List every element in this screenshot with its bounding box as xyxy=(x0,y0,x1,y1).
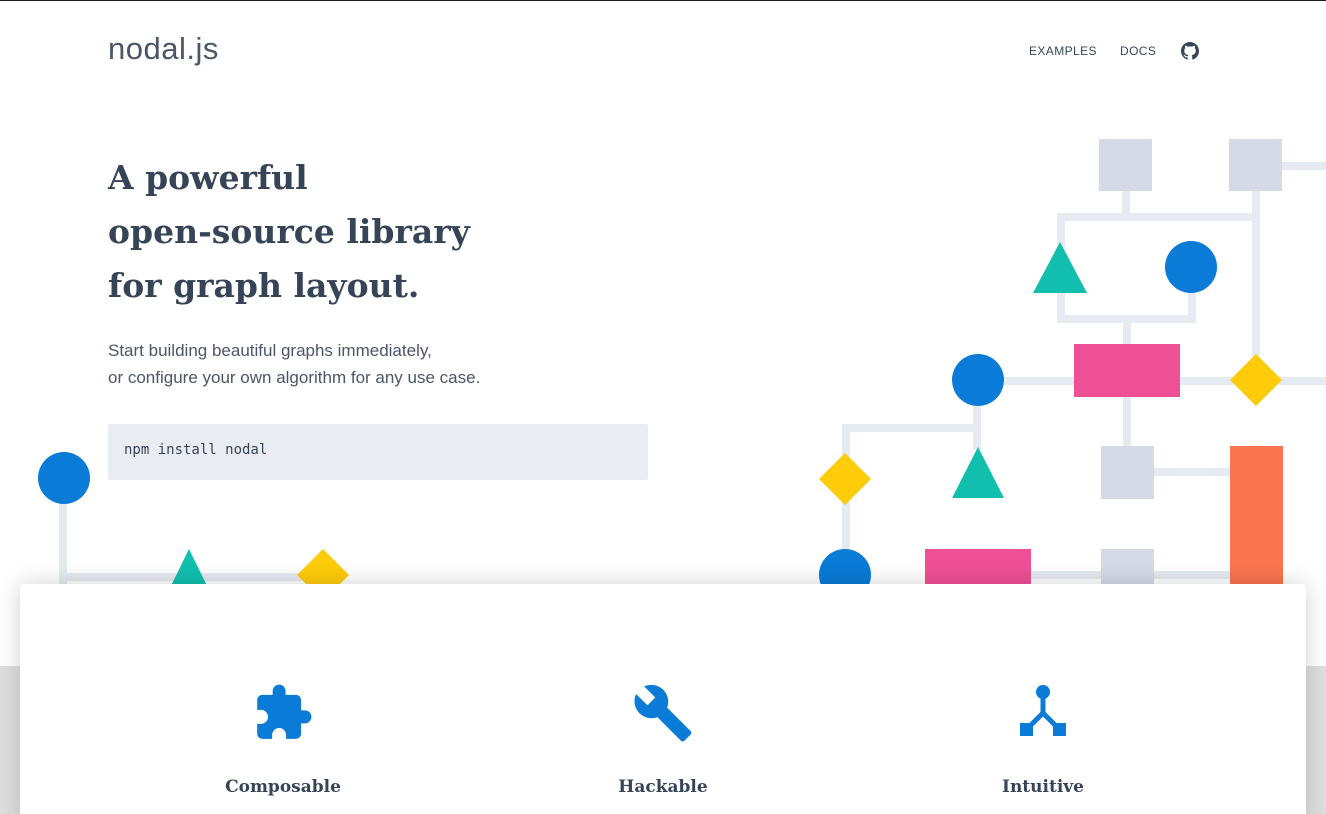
hero-subtitle-line: or configure your own algorithm for any … xyxy=(108,368,481,387)
feature-hackable: Hackable xyxy=(473,584,853,814)
puzzle-icon xyxy=(252,682,314,744)
teal-triangle-node xyxy=(1033,242,1087,293)
site-logo[interactable]: nodal.js xyxy=(108,31,219,67)
gray-square-node xyxy=(1229,139,1282,191)
wrench-icon xyxy=(632,682,694,744)
blue-circle-node xyxy=(952,354,1004,406)
hero-title-line: A powerful xyxy=(108,158,308,197)
tree-branch-icon xyxy=(1012,682,1074,744)
orange-rect-node xyxy=(1230,446,1283,596)
nav-link-examples[interactable]: EXAMPLES xyxy=(1029,44,1097,58)
hero-subtitle: Start building beautiful graphs immediat… xyxy=(108,337,668,391)
hero-title-line: for graph layout. xyxy=(108,266,420,305)
gray-square-node xyxy=(1101,446,1154,499)
gray-square-node xyxy=(1099,139,1152,191)
teal-triangle-node xyxy=(952,447,1004,498)
hero-title: A powerful open-source library for graph… xyxy=(108,151,668,313)
feature-composable: Composable xyxy=(93,584,473,814)
hero-subtitle-line: Start building beautiful graphs immediat… xyxy=(108,341,432,360)
install-command-box[interactable]: npm install nodal xyxy=(108,424,648,480)
blue-circle-node xyxy=(1165,241,1217,293)
yellow-diamond-node xyxy=(819,453,871,505)
feature-title: Hackable xyxy=(618,777,708,797)
features-card: Composable Hackable Intuitive xyxy=(20,584,1306,814)
feature-title: Intuitive xyxy=(1002,777,1084,797)
hero-title-line: open-source library xyxy=(108,212,470,251)
nav-link-docs[interactable]: DOCS xyxy=(1120,44,1156,58)
blue-circle-node xyxy=(38,452,90,504)
feature-title: Composable xyxy=(225,777,341,797)
pink-rect-node xyxy=(1074,344,1180,397)
github-icon[interactable] xyxy=(1181,42,1199,60)
feature-intuitive: Intuitive xyxy=(853,584,1233,814)
yellow-diamond-node xyxy=(1230,354,1282,406)
